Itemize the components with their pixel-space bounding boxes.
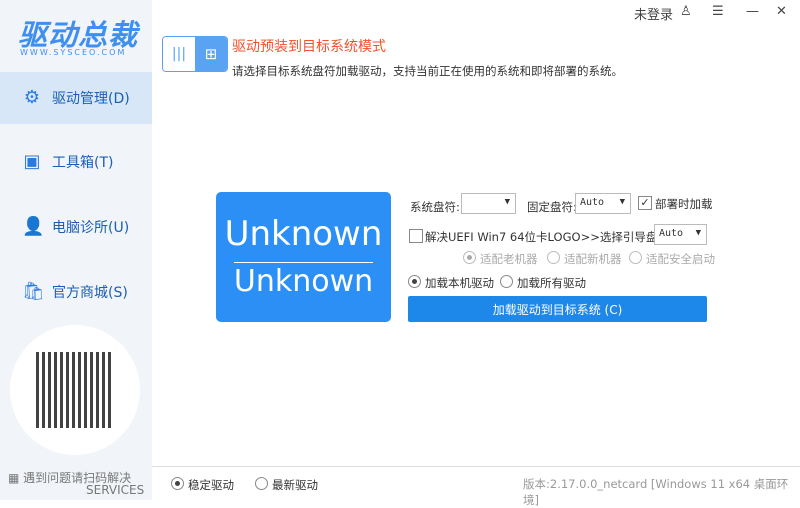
dropdown-arrow-icon: ▼ (619, 197, 625, 207)
minimize-icon[interactable]: — (746, 4, 759, 19)
adapt-old-radio[interactable] (463, 251, 476, 264)
boot-drive-select[interactable]: Auto ▼ (654, 224, 707, 245)
adapt-secure-boot-radio[interactable] (629, 251, 642, 264)
user-icon: 👤 (22, 216, 45, 237)
sidebar-item-label: 官方商城(S) (52, 285, 128, 301)
divider (234, 262, 373, 263)
mode-toggle[interactable]: ||| ⊞ (162, 36, 228, 72)
adapt-old-label: 适配老机器 (480, 252, 538, 266)
load-drivers-button[interactable]: 加载驱动到目标系统 (C) (408, 296, 707, 322)
load-local-label: 加载本机驱动 (425, 276, 494, 290)
user-icon[interactable]: ♙ (680, 4, 692, 19)
service-sub: SERVICES (86, 483, 145, 497)
logo-subtitle: WWW.SYSCEO.COM (20, 48, 127, 57)
dropdown-arrow-icon: ▼ (504, 197, 510, 207)
windows-icon[interactable]: ⊞ (195, 37, 227, 71)
sidebar-item-toolbox[interactable]: ▣ 工具箱(T) (0, 136, 152, 188)
select-value: Auto (659, 228, 684, 239)
adapt-secure-boot-label: 适配安全启动 (646, 252, 715, 266)
qr-icon: ▦ (8, 471, 24, 485)
adapt-new-label: 适配新机器 (564, 252, 622, 266)
sidebar-item-store[interactable]: 🛍 官方商城(S) (0, 266, 152, 318)
qr-code (36, 352, 112, 428)
adapt-new-radio[interactable] (547, 251, 560, 264)
latest-driver-label: 最新驱动 (272, 478, 318, 492)
shopping-bag-icon: 🛍 (22, 281, 45, 302)
gear-icon: ⚙ (23, 87, 41, 108)
version-text: 版本:2.17.0.0_netcard [Windows 11 x64 桌面环境… (523, 477, 789, 507)
login-link[interactable]: 未登录 (634, 4, 673, 23)
close-icon[interactable]: ✕ (776, 4, 787, 19)
system-drive-select[interactable]: ▼ (461, 193, 516, 214)
load-local-radio[interactable] (408, 275, 421, 288)
page-description: 请选择目标系统盘符加载驱动，支持当前正在使用的系统和即将部署的系统。 (232, 64, 623, 78)
deploy-load-checkbox[interactable]: ✓ (638, 196, 652, 210)
stable-driver-radio[interactable] (171, 477, 184, 490)
legacy-icon[interactable]: ||| (163, 37, 195, 71)
latest-driver-radio[interactable] (255, 477, 268, 490)
stable-driver-label: 稳定驱动 (188, 478, 234, 492)
page-title: 驱动预装到目标系统模式 (232, 39, 386, 55)
uefi-fix-label: 解决UEFI Win7 64位卡LOGO>>选择引导盘符: (425, 230, 673, 244)
dropdown-arrow-icon: ▼ (695, 228, 701, 238)
menu-icon[interactable]: ☰ (712, 4, 724, 19)
uefi-fix-checkbox[interactable] (409, 229, 423, 243)
sidebar-item-label: 电脑诊所(U) (52, 220, 130, 236)
select-value: Auto (580, 197, 605, 208)
system-card: Unknown Unknown (216, 192, 391, 322)
sidebar: 驱动总裁 WWW.SYSCEO.COM ⚙ 驱动管理(D) ▣ 工具箱(T) 👤 电脑… (0, 0, 152, 500)
system-drive-label: 系统盘符: (410, 200, 460, 214)
sidebar-item-driver-management[interactable]: ⚙ 驱动管理(D) (0, 72, 152, 124)
sidebar-item-label: 驱动管理(D) (52, 91, 130, 107)
system-version: Unknown (233, 264, 374, 299)
fixed-drive-select[interactable]: Auto ▼ (575, 193, 631, 214)
sidebar-item-label: 工具箱(T) (52, 155, 114, 171)
fixed-drive-label: 固定盘符: (527, 200, 577, 214)
deploy-load-label: 部署时加载 (655, 197, 713, 211)
load-all-label: 加载所有驱动 (517, 276, 586, 290)
sidebar-item-clinic[interactable]: 👤 电脑诊所(U) (0, 201, 152, 253)
system-name: Unknown (224, 214, 383, 254)
toolbox-icon: ▣ (23, 151, 41, 172)
load-all-radio[interactable] (500, 275, 513, 288)
footer-divider (152, 466, 800, 467)
